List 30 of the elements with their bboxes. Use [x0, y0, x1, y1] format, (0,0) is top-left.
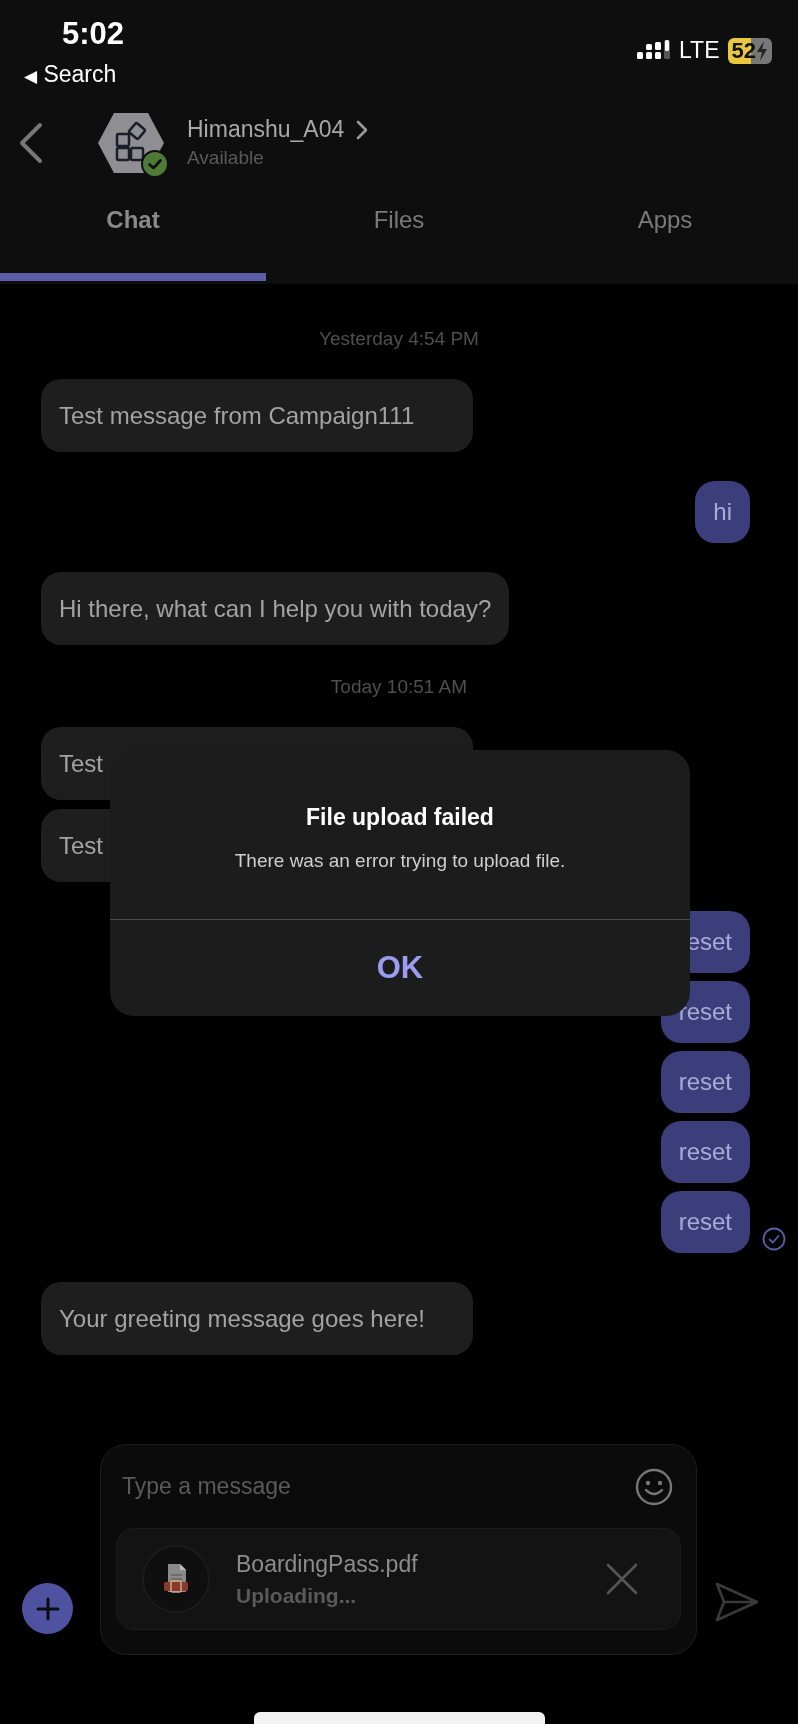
file-name: BoardingPass.pdf — [236, 1550, 419, 1578]
tab[interactable]: Files — [266, 185, 532, 281]
message-bubble: hi — [695, 481, 750, 543]
message-bubble: reset — [660, 1191, 750, 1253]
clock-time: 5:02 — [61, 16, 125, 52]
back-icon[interactable] — [18, 121, 44, 164]
tab[interactable]: Apps — [532, 185, 798, 281]
timestamp: Yesterday 4:54 PM — [318, 327, 480, 351]
chevron-right-icon[interactable] — [356, 119, 369, 140]
emoji-icon[interactable] — [635, 1467, 673, 1506]
message-bubble: Hi there, what can I help you with today? — [41, 572, 510, 645]
message-bubble: reset — [660, 1051, 750, 1113]
charging-icon — [756, 40, 768, 61]
message-bubble: reset — [660, 1121, 750, 1183]
battery-indicator: 52 — [727, 37, 772, 64]
tab[interactable]: Chat — [0, 185, 266, 281]
plus-icon — [35, 1596, 60, 1621]
message-input[interactable]: Type a message — [122, 1473, 542, 1500]
message-bubble: Test message from Campaign111 — [41, 379, 473, 452]
back-to-app-link[interactable]: ◀ Search — [24, 59, 125, 92]
close-icon[interactable] — [606, 1563, 638, 1595]
message-bubble: Your greeting message goes here! — [41, 1282, 473, 1355]
presence-status: Available — [187, 147, 265, 169]
contact-name[interactable]: Himanshu_A04 — [187, 116, 345, 143]
add-button[interactable] — [22, 1583, 73, 1634]
signal-icon — [637, 39, 672, 62]
upload-status: Uploading... — [236, 1583, 358, 1608]
timestamp: Today 10:51 AM — [329, 675, 469, 699]
network-label: LTE — [679, 37, 720, 64]
document-icon — [162, 1562, 190, 1596]
